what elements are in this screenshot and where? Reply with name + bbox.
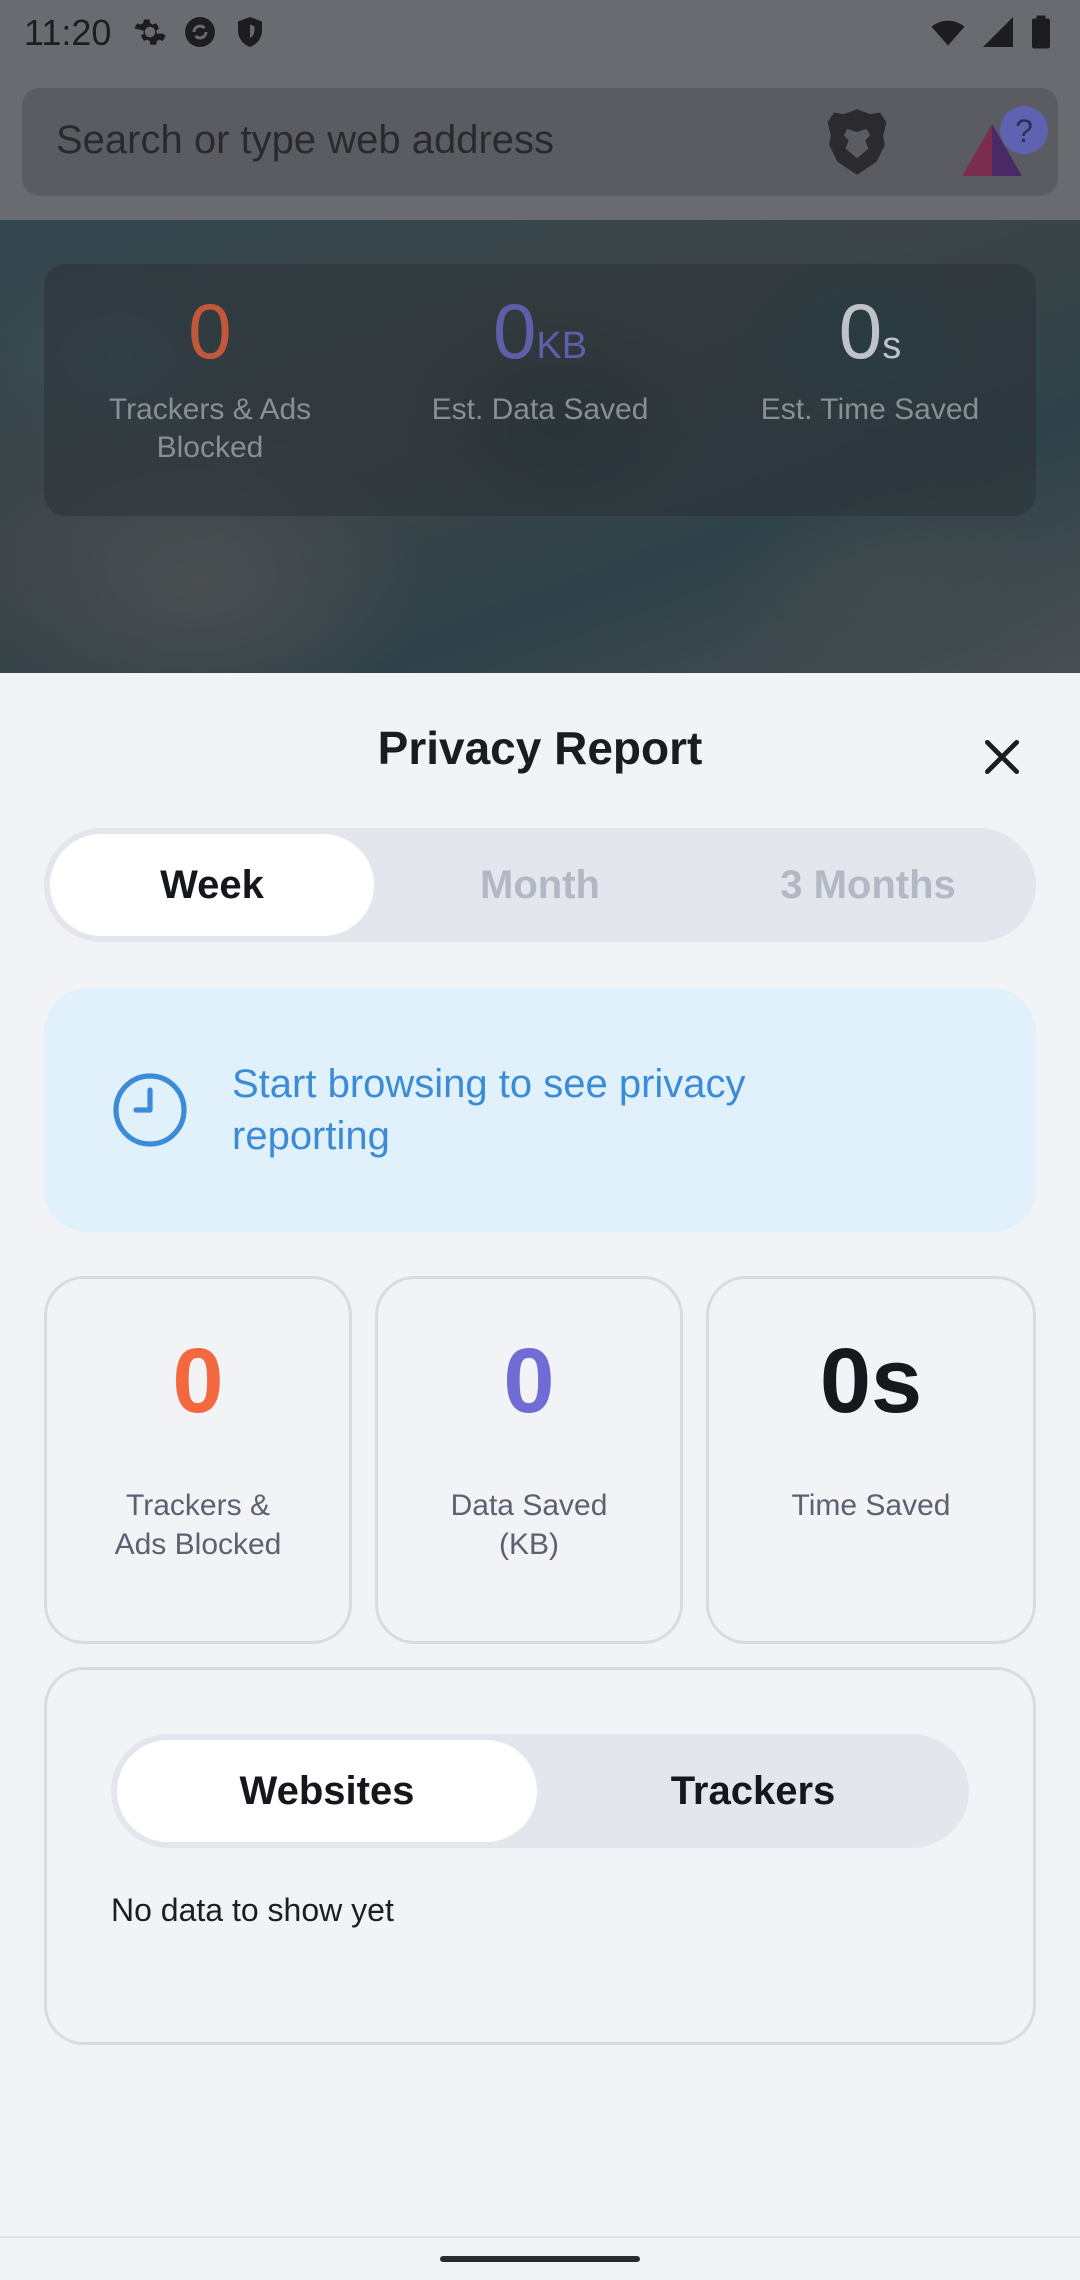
privacy-report-sheet: Privacy Report Week Month 3 Months Start… (0, 673, 1080, 2280)
new-tab-background: 0 Trackers & Ads Blocked 0KB Est. Data S… (0, 220, 1080, 673)
stat-label: Trackers & Ads Blocked (114, 1489, 282, 1561)
battery-icon (1032, 15, 1050, 49)
sync-icon (185, 17, 215, 47)
clock-icon (113, 1073, 187, 1147)
brave-rewards-button[interactable]: ? (958, 102, 1048, 186)
bg-stat-value: 0 (838, 287, 883, 375)
bg-stat-value: 0 (188, 287, 232, 375)
settings-icon (134, 19, 166, 45)
bg-stat-value: 0 (492, 287, 537, 375)
close-icon (984, 739, 1020, 775)
shield-icon (238, 17, 262, 47)
stat-value: 0 (172, 1330, 224, 1432)
stat-value: 0s (819, 1330, 923, 1432)
stat-card-trackers: 0 Trackers & Ads Blocked (44, 1276, 352, 1644)
stat-card-time-saved: 0s Time Saved (706, 1276, 1036, 1644)
close-button[interactable] (970, 725, 1034, 789)
browser-toolbar: Search or type web address ? (0, 66, 1080, 220)
empty-state-text: No data to show yet (111, 1892, 394, 1928)
bg-stat-unit: s (882, 325, 902, 367)
bg-stat-label: Trackers & Ads Blocked (108, 393, 312, 464)
rewards-badge: ? (1015, 113, 1033, 149)
tab-month[interactable]: Month (378, 834, 702, 936)
bg-stat-time: 0s Est. Time Saved (720, 286, 1020, 429)
bg-stat-trackers: 0 Trackers & Ads Blocked (60, 286, 360, 467)
list-segmented-control: Websites Trackers (111, 1734, 969, 1848)
status-bar: 11:20 (0, 0, 1080, 66)
stat-label: Data Saved (KB) (450, 1489, 608, 1561)
tab-3-months[interactable]: 3 Months (706, 834, 1030, 936)
info-text: Start browsing to see privacy reporting (232, 1062, 746, 1158)
gesture-nav-handle[interactable] (440, 2256, 640, 2262)
wifi-icon (931, 20, 965, 46)
stat-value: 0 (503, 1330, 555, 1432)
tab-websites[interactable]: Websites (117, 1740, 537, 1842)
status-left-icons (132, 14, 268, 50)
nav-divider (0, 2236, 1080, 2238)
info-banner: Start browsing to see privacy reporting (44, 988, 1036, 1232)
top-list-card: Websites Trackers No data to show yet (44, 1667, 1036, 2045)
sheet-title: Privacy Report (377, 722, 703, 774)
period-segmented-control: Week Month 3 Months (44, 828, 1036, 942)
bg-stat-label: Est. Time Saved (760, 393, 980, 426)
brave-lion-icon[interactable] (824, 106, 890, 178)
brave-rewards-icon: ? (962, 106, 1048, 176)
url-bar[interactable]: Search or type web address ? (22, 88, 1058, 196)
stat-card-data-saved: 0 Data Saved (KB) (375, 1276, 683, 1644)
signal-icon (983, 17, 1013, 47)
tab-trackers[interactable]: Trackers (543, 1740, 963, 1842)
bg-stat-data: 0KB Est. Data Saved (390, 286, 690, 429)
status-time: 11:20 (24, 12, 112, 53)
background-stats-panel: 0 Trackers & Ads Blocked 0KB Est. Data S… (44, 264, 1036, 516)
bg-stat-label: Est. Data Saved (431, 393, 649, 426)
bg-stat-unit: KB (536, 325, 588, 367)
status-right-icons (930, 14, 1052, 50)
stat-label: Time Saved (791, 1489, 951, 1522)
tab-week[interactable]: Week (50, 834, 374, 936)
url-placeholder[interactable]: Search or type web address (56, 118, 554, 163)
